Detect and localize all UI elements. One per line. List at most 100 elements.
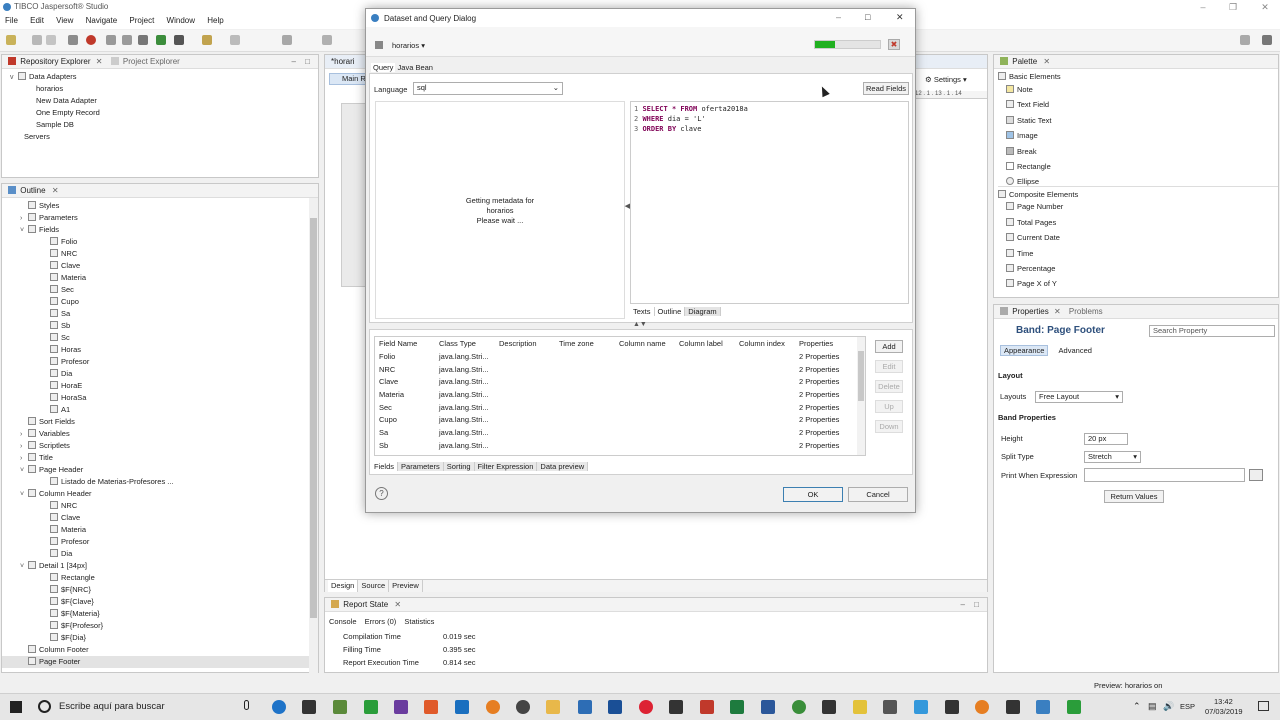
- menu-help[interactable]: Help: [202, 15, 228, 25]
- volume-icon[interactable]: 🔊: [1163, 701, 1174, 712]
- tab-parameters[interactable]: Parameters: [398, 462, 444, 471]
- new-icon[interactable]: [6, 35, 16, 45]
- outline-node[interactable]: ˅ Fields: [2, 224, 318, 236]
- column-header[interactable]: Field Name: [375, 337, 435, 350]
- outline-node[interactable]: Cupo: [2, 296, 318, 308]
- tab-source[interactable]: Source: [358, 580, 390, 592]
- maximize-icon[interactable]: □: [974, 598, 979, 611]
- menu-view[interactable]: View: [51, 15, 78, 25]
- app-icon[interactable]: [608, 700, 622, 714]
- table-row[interactable]: Folio java.lang.Stri... 2 Properties: [375, 350, 855, 363]
- acrobat-icon[interactable]: [700, 700, 714, 714]
- tab-preview[interactable]: Preview: [389, 580, 423, 592]
- layout-icon[interactable]: [122, 35, 132, 45]
- tree-item-adapter[interactable]: Sample DB: [10, 119, 318, 131]
- split-type-select[interactable]: Stretch ▾: [1084, 451, 1141, 463]
- outline-node[interactable]: A1: [2, 404, 318, 416]
- clock-date[interactable]: 07/03/2019: [1205, 707, 1243, 716]
- palette-item-ellipse[interactable]: Ellipse: [998, 176, 1278, 186]
- minecraft-icon[interactable]: [333, 700, 347, 714]
- column-header[interactable]: Column name: [615, 337, 675, 350]
- app-icon[interactable]: [364, 700, 378, 714]
- palette-group-basic[interactable]: Basic Elements: [998, 69, 1278, 84]
- table-scrollbar[interactable]: [857, 337, 865, 455]
- perspective-report-icon[interactable]: [1262, 35, 1272, 45]
- outline-node[interactable]: ˅ Page Header: [2, 464, 318, 476]
- jaspersoft-taskbar-icon[interactable]: [1036, 700, 1050, 714]
- app-icon[interactable]: [945, 700, 959, 714]
- tab-sorting[interactable]: Sorting: [443, 462, 475, 471]
- tree-item-adapter[interactable]: New Data Adapter: [10, 95, 318, 107]
- return-values-button[interactable]: Return Values: [1104, 490, 1164, 503]
- tab-project-explorer[interactable]: Project Explorer: [123, 57, 180, 66]
- tab-filter-expression[interactable]: Filter Expression: [474, 462, 538, 471]
- tree-item-adapter[interactable]: horarios: [10, 83, 318, 95]
- ok-button[interactable]: OK: [783, 487, 843, 502]
- palette-item-text-field[interactable]: Text Field: [998, 99, 1278, 114]
- palette-item-break[interactable]: Break: [998, 146, 1278, 161]
- tab-design[interactable]: Design: [328, 580, 359, 592]
- table-row[interactable]: Materia java.lang.Stri... 2 Properties: [375, 388, 855, 401]
- palette-item-note[interactable]: Note: [998, 84, 1278, 99]
- palette-item-rectangle[interactable]: Rectangle: [998, 161, 1278, 176]
- chrome-icon[interactable]: [639, 700, 653, 714]
- menu-project[interactable]: Project: [124, 15, 159, 25]
- tab-statistics[interactable]: Statistics: [404, 617, 434, 626]
- outline-node[interactable]: Sort Fields: [2, 416, 318, 428]
- outline-node[interactable]: Rectangle: [2, 572, 318, 584]
- palette-group-composite[interactable]: Composite Elements: [998, 186, 1278, 201]
- outline-node[interactable]: ˅ Column Header: [2, 488, 318, 500]
- outline-node[interactable]: Listado de Materias-Profesores ...: [2, 476, 318, 488]
- palette-item-time[interactable]: Time: [998, 248, 1278, 263]
- outline-scrollbar[interactable]: [309, 198, 318, 674]
- nav-back-icon[interactable]: [282, 35, 292, 45]
- save-all-icon[interactable]: [46, 35, 56, 45]
- palette-item-page-x-of-y[interactable]: Page X of Y: [998, 278, 1278, 293]
- outline-node[interactable]: Folio: [2, 236, 318, 248]
- windows-start-icon[interactable]: [10, 701, 22, 713]
- layouts-select[interactable]: Free Layout ▾: [1035, 391, 1123, 403]
- outline-node[interactable]: $F{Profesor}: [2, 620, 318, 632]
- tree-item-adapter[interactable]: One Empty Record: [10, 107, 318, 119]
- column-header[interactable]: Column index: [735, 337, 795, 350]
- table-row[interactable]: Clave java.lang.Stri... 2 Properties: [375, 375, 855, 388]
- table-row[interactable]: Cupo java.lang.Stri... 2 Properties: [375, 413, 855, 426]
- outline-node[interactable]: › Parameters: [2, 212, 318, 224]
- nav-forward-icon[interactable]: [322, 35, 332, 45]
- save-icon[interactable]: [32, 35, 42, 45]
- outline-node[interactable]: Horas: [2, 344, 318, 356]
- tab-java-bean[interactable]: Java Bean: [398, 63, 433, 72]
- menu-file[interactable]: File: [0, 15, 23, 25]
- maximize-icon[interactable]: □: [305, 55, 310, 68]
- app-icon[interactable]: [975, 700, 989, 714]
- read-fields-button[interactable]: Read Fields: [863, 82, 909, 95]
- outline-node[interactable]: NRC: [2, 248, 318, 260]
- outline-node[interactable]: $F{Dia}: [2, 632, 318, 644]
- menu-navigate[interactable]: Navigate: [81, 15, 123, 25]
- outline-node[interactable]: Materia: [2, 524, 318, 536]
- table-row[interactable]: NRC java.lang.Stri... 2 Properties: [375, 363, 855, 376]
- maximize-icon[interactable]: ❐: [1218, 0, 1248, 15]
- perspective-icon[interactable]: [1240, 35, 1250, 45]
- notifications-icon[interactable]: [1258, 701, 1269, 711]
- expression-editor-icon[interactable]: [1249, 469, 1263, 481]
- app-icon[interactable]: [669, 700, 683, 714]
- palette-item-current-date[interactable]: Current Date: [998, 232, 1278, 247]
- calculator-icon[interactable]: [302, 700, 316, 714]
- help-icon[interactable]: ?: [375, 487, 388, 500]
- outline-node[interactable]: $F{Materia}: [2, 608, 318, 620]
- editor-settings[interactable]: ⚙ Settings ▾: [925, 75, 987, 87]
- search-property-input[interactable]: Search Property: [1149, 325, 1275, 337]
- scrollbar-thumb[interactable]: [310, 218, 317, 618]
- height-input[interactable]: 20 px: [1084, 433, 1128, 445]
- app-icon[interactable]: [853, 700, 867, 714]
- tree-item-data-adapters[interactable]: v Data Adapters: [10, 71, 318, 83]
- column-header[interactable]: Properties: [795, 337, 855, 350]
- app-icon[interactable]: [578, 700, 592, 714]
- tab-query[interactable]: Query: [371, 63, 396, 72]
- outline-node[interactable]: Sc: [2, 332, 318, 344]
- outline-node[interactable]: Clave: [2, 260, 318, 272]
- tab-report-state[interactable]: Report State: [343, 600, 388, 609]
- tab-palette[interactable]: Palette: [1012, 57, 1037, 66]
- outline-node[interactable]: Profesor: [2, 356, 318, 368]
